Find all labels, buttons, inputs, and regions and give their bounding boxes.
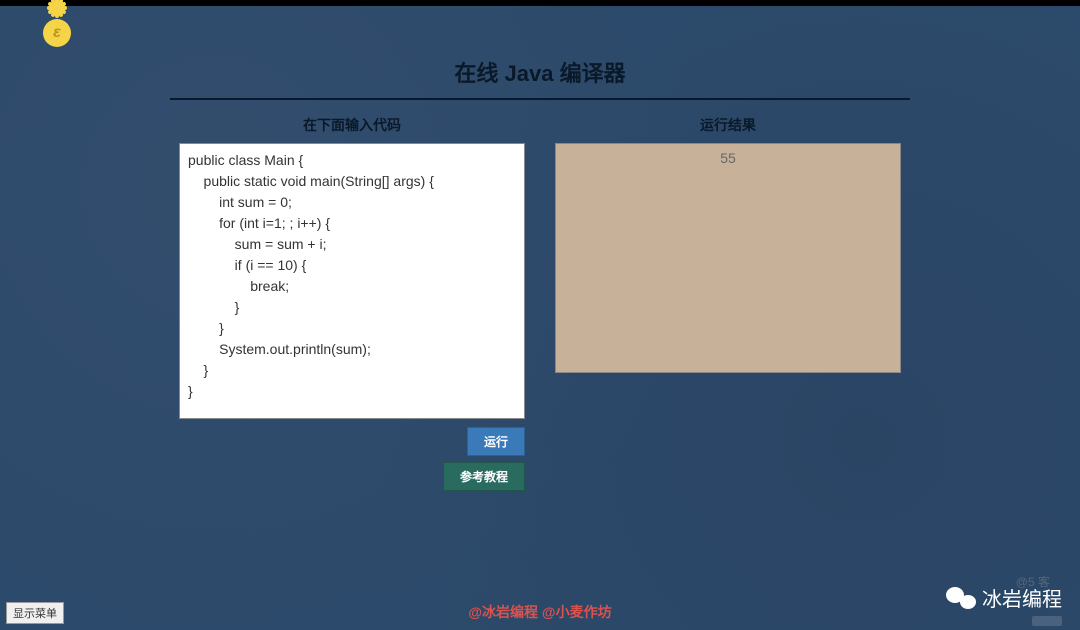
logo-letter: ε (43, 19, 71, 47)
qr-hint (1032, 616, 1062, 626)
page-title: 在线 Java 编译器 (0, 56, 1080, 88)
sun-logo-icon[interactable]: ε (32, 8, 82, 58)
run-button[interactable]: 运行 (467, 427, 525, 456)
title-divider (170, 98, 910, 100)
tutorial-button[interactable]: 参考教程 (443, 462, 525, 491)
output-panel-label: 运行结果 (555, 115, 901, 135)
wechat-name: 冰岩编程 (982, 583, 1062, 612)
output-panel: 55 (555, 143, 901, 373)
output-text: 55 (720, 150, 736, 166)
panels-container: 在下面输入代码 运行 参考教程 运行结果 55 (0, 115, 1080, 491)
footer-credits: @冰岩编程 @小麦作坊 (0, 602, 1080, 622)
code-editor[interactable] (179, 143, 525, 419)
button-container: 运行 参考教程 (179, 427, 525, 491)
main-container: 在线 Java 编译器 在下面输入代码 运行 参考教程 运行结果 55 (0, 6, 1080, 491)
input-panel-label: 在下面输入代码 (179, 115, 525, 135)
wechat-badge[interactable]: 冰岩编程 (946, 583, 1062, 612)
wechat-icon (946, 585, 976, 611)
output-panel-wrapper: 运行结果 55 (555, 115, 901, 491)
menu-button[interactable]: 显示菜单 (6, 602, 64, 624)
input-panel: 在下面输入代码 运行 参考教程 (179, 115, 525, 491)
